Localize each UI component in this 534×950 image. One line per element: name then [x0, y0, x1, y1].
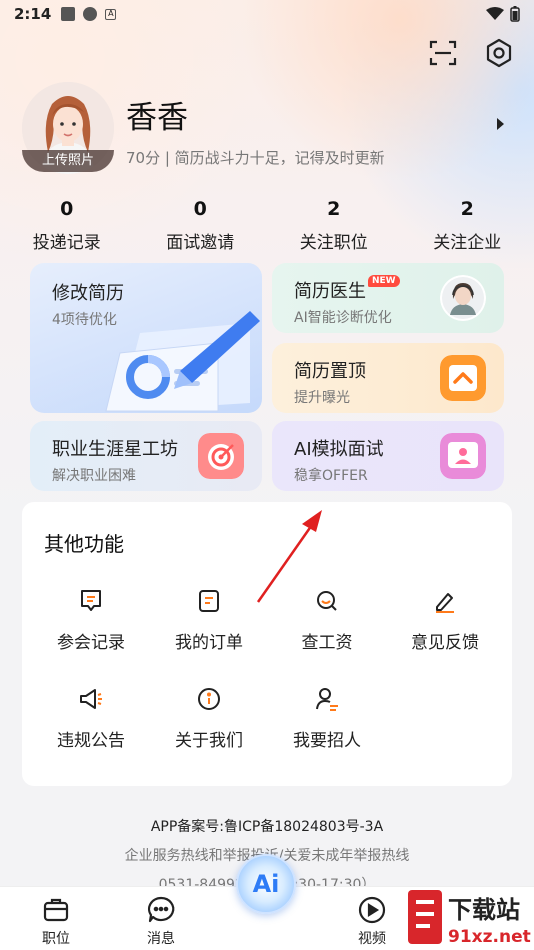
other-functions-panel: 其他功能 参会记录 我的订单 查工资 意见反馈 违规公告 关于我们 我要招人 — [22, 502, 512, 786]
settings-icon[interactable] — [484, 38, 514, 68]
stat-interviews[interactable]: 0 面试邀请 — [134, 198, 268, 253]
chat-record-icon — [81, 590, 101, 611]
app-notification-icon — [83, 7, 98, 21]
megaphone-icon — [80, 689, 102, 709]
card-title: 简历医生 — [294, 281, 366, 302]
ai-button-label: Ai — [252, 870, 280, 898]
info-icon — [198, 688, 220, 710]
card-title: 简历置顶 — [294, 361, 366, 382]
function-label: 查工资 — [301, 633, 353, 653]
card-title: 修改简历 — [52, 283, 124, 304]
site-watermark-logo: 下载站 91xz.net — [408, 890, 531, 947]
function-label: 我要招人 — [293, 731, 361, 751]
salary-check-item[interactable]: 查工资 — [268, 588, 386, 653]
briefcase-icon — [43, 898, 69, 922]
watermark-text-bottom: 91xz.net — [448, 927, 531, 947]
edit-resume-card[interactable]: 修改简历 4项待优化 — [30, 263, 262, 413]
status-time: 2:14 — [14, 5, 52, 23]
user-name: 香香 — [126, 100, 188, 136]
resume-doctor-card[interactable]: 简历医生 NEW AI智能诊断优化 — [272, 263, 504, 333]
function-label: 关于我们 — [175, 731, 243, 751]
stat-followed-companies[interactable]: 2 关注企业 — [401, 198, 534, 253]
status-right — [486, 6, 520, 22]
about-us-item[interactable]: 关于我们 — [150, 686, 268, 751]
ai-assistant-button[interactable]: Ai — [236, 854, 296, 914]
status-bar: 2:14 A — [0, 0, 534, 28]
battery-icon — [510, 6, 520, 22]
profile-chevron-right-icon[interactable] — [497, 118, 504, 130]
stat-value: 2 — [460, 198, 474, 220]
order-icon — [199, 590, 219, 612]
function-label: 参会记录 — [57, 633, 125, 653]
card-title: 职业生涯星工坊 — [52, 439, 178, 460]
tab-label: 视频 — [358, 931, 386, 947]
wifi-icon — [486, 7, 504, 20]
ai-mock-interview-card[interactable]: AI模拟面试 稳拿OFFER — [272, 421, 504, 491]
function-label: 违规公告 — [57, 731, 125, 751]
card-subtitle: 解决职业困难 — [52, 468, 136, 484]
new-badge: NEW — [368, 275, 400, 287]
function-label: 意见反馈 — [411, 633, 479, 653]
career-workshop-card[interactable]: 职业生涯星工坊 解决职业困难 — [30, 421, 262, 491]
feedback-item[interactable]: 意见反馈 — [386, 588, 504, 653]
stat-value: 0 — [60, 198, 74, 220]
tab-messages[interactable]: 消息 — [126, 895, 196, 948]
stat-label: 关注企业 — [433, 233, 502, 253]
icp-record: APP备案号:鲁ICP备18024803号-3A — [150, 819, 384, 835]
message-icon — [148, 896, 175, 923]
interview-screen-icon — [440, 433, 486, 479]
meeting-record-item[interactable]: 参会记录 — [32, 588, 150, 653]
tab-jobs[interactable]: 职位 — [21, 895, 91, 948]
stat-applications[interactable]: 0 投递记录 — [0, 198, 134, 253]
section-title: 其他功能 — [44, 532, 124, 556]
stat-value: 2 — [327, 198, 341, 220]
resume-pin-top-card[interactable]: 简历置顶 提升曝光 — [272, 343, 504, 413]
feedback-pen-icon — [436, 593, 454, 613]
card-subtitle: 稳拿OFFER — [294, 468, 368, 484]
resume-pen-illustration — [105, 311, 260, 412]
watermark-text-top: 下载站 — [448, 896, 520, 924]
stat-label: 投递记录 — [32, 233, 101, 253]
card-subtitle: 提升曝光 — [294, 390, 350, 406]
upload-photo-label[interactable]: 上传照片 — [22, 150, 114, 172]
tab-label: 消息 — [147, 931, 175, 947]
salary-search-icon — [317, 591, 337, 611]
tab-video[interactable]: 视频 — [337, 895, 407, 948]
pin-top-icon — [440, 355, 486, 401]
my-orders-item[interactable]: 我的订单 — [150, 588, 268, 653]
a-icon: A — [105, 8, 117, 20]
notification-icon — [61, 7, 76, 21]
recruit-item[interactable]: 我要招人 — [268, 686, 386, 751]
video-icon — [358, 896, 386, 924]
scan-icon[interactable] — [428, 38, 458, 68]
target-dart-icon — [198, 433, 244, 479]
card-subtitle: AI智能诊断优化 — [294, 310, 392, 326]
tab-label: 职位 — [42, 931, 70, 947]
stat-label: 面试邀请 — [166, 233, 235, 253]
doctor-avatar-icon — [440, 275, 486, 321]
stat-followed-jobs[interactable]: 2 关注职位 — [267, 198, 401, 253]
function-label: 我的订单 — [175, 633, 243, 653]
resume-score-text: 70分 | 简历战斗力十足，记得及时更新 — [126, 149, 385, 167]
violation-notice-item[interactable]: 违规公告 — [32, 686, 150, 751]
stat-label: 关注职位 — [299, 233, 368, 253]
stat-value: 0 — [193, 198, 207, 220]
stats-row: 0 投递记录 0 面试邀请 2 关注职位 2 关注企业 — [0, 198, 534, 253]
card-title: AI模拟面试 — [294, 439, 384, 460]
recruit-person-icon — [316, 688, 338, 711]
top-actions — [428, 38, 514, 68]
